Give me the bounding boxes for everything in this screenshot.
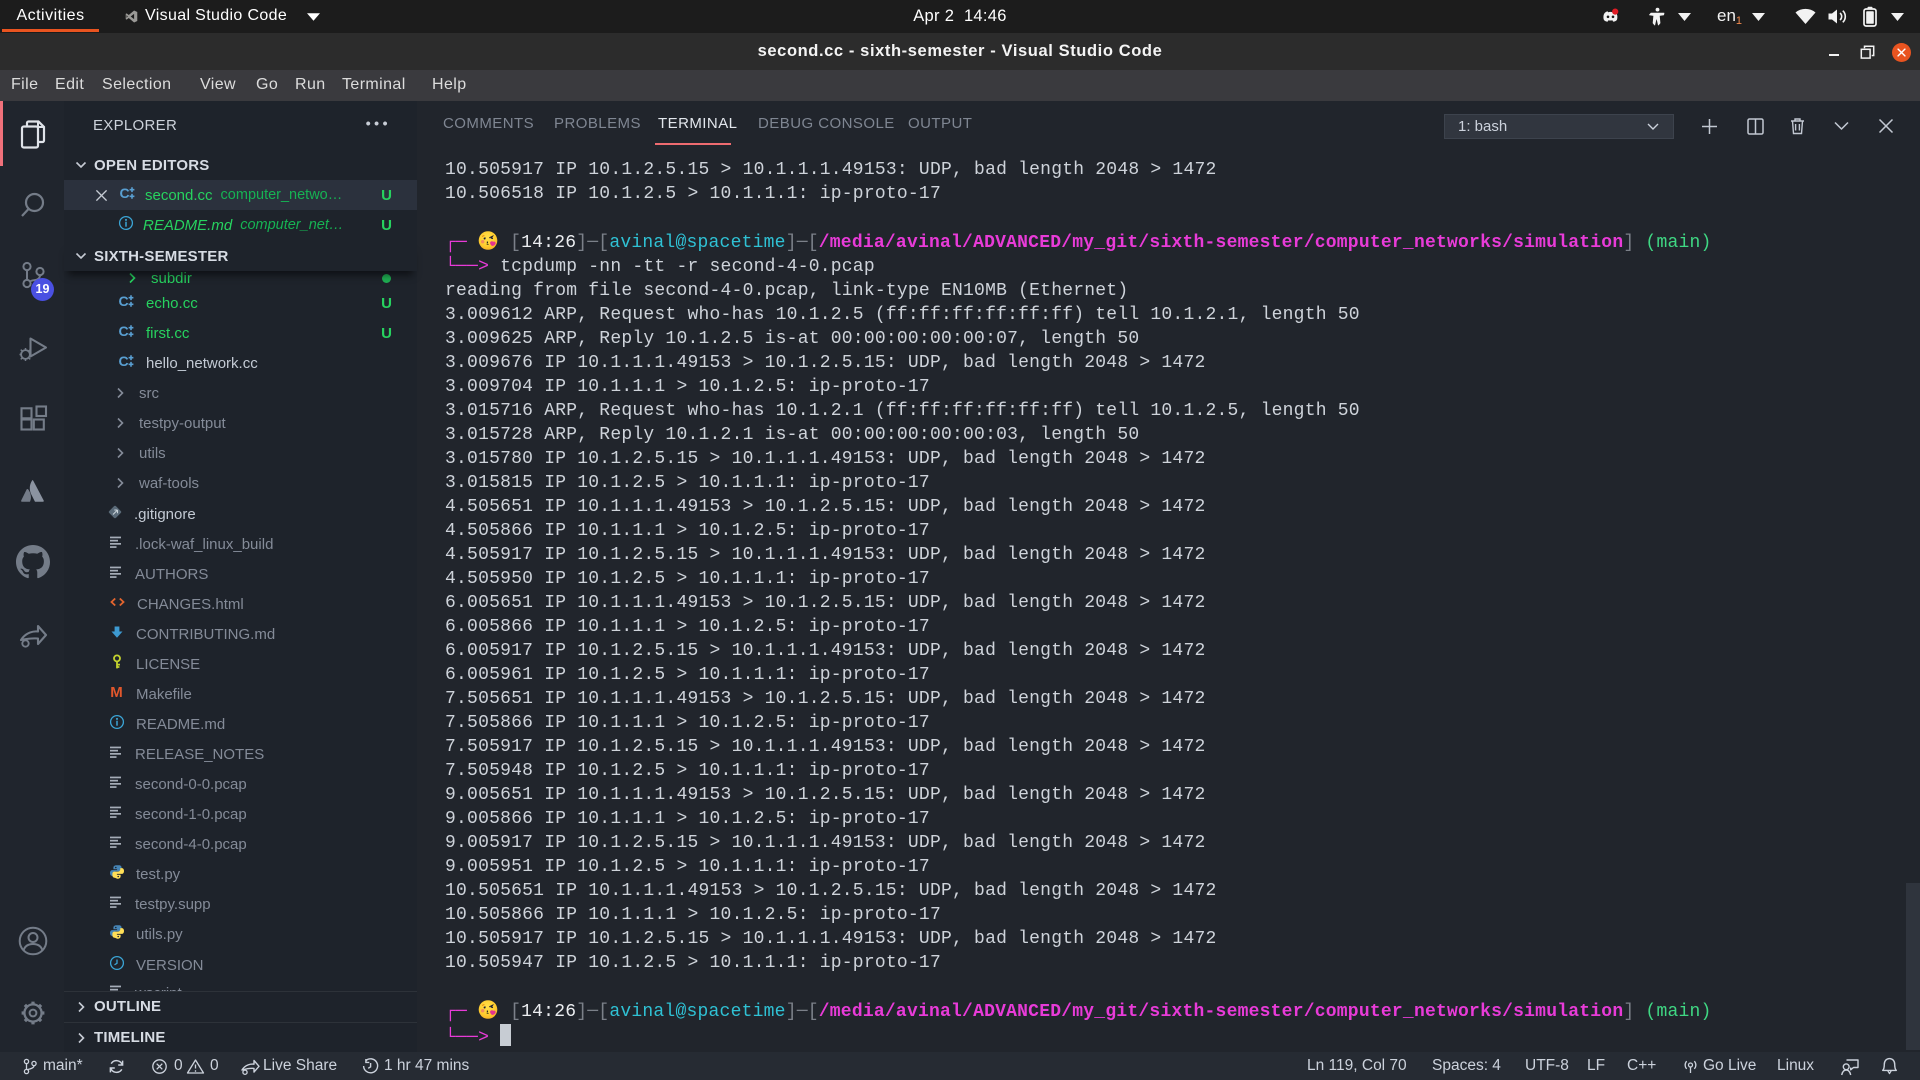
svg-text:C: C [119, 293, 129, 309]
svg-text:M: M [110, 684, 123, 700]
svg-text:C: C [119, 353, 129, 369]
svg-text:C: C [120, 185, 130, 201]
svg-text:C: C [119, 323, 129, 339]
